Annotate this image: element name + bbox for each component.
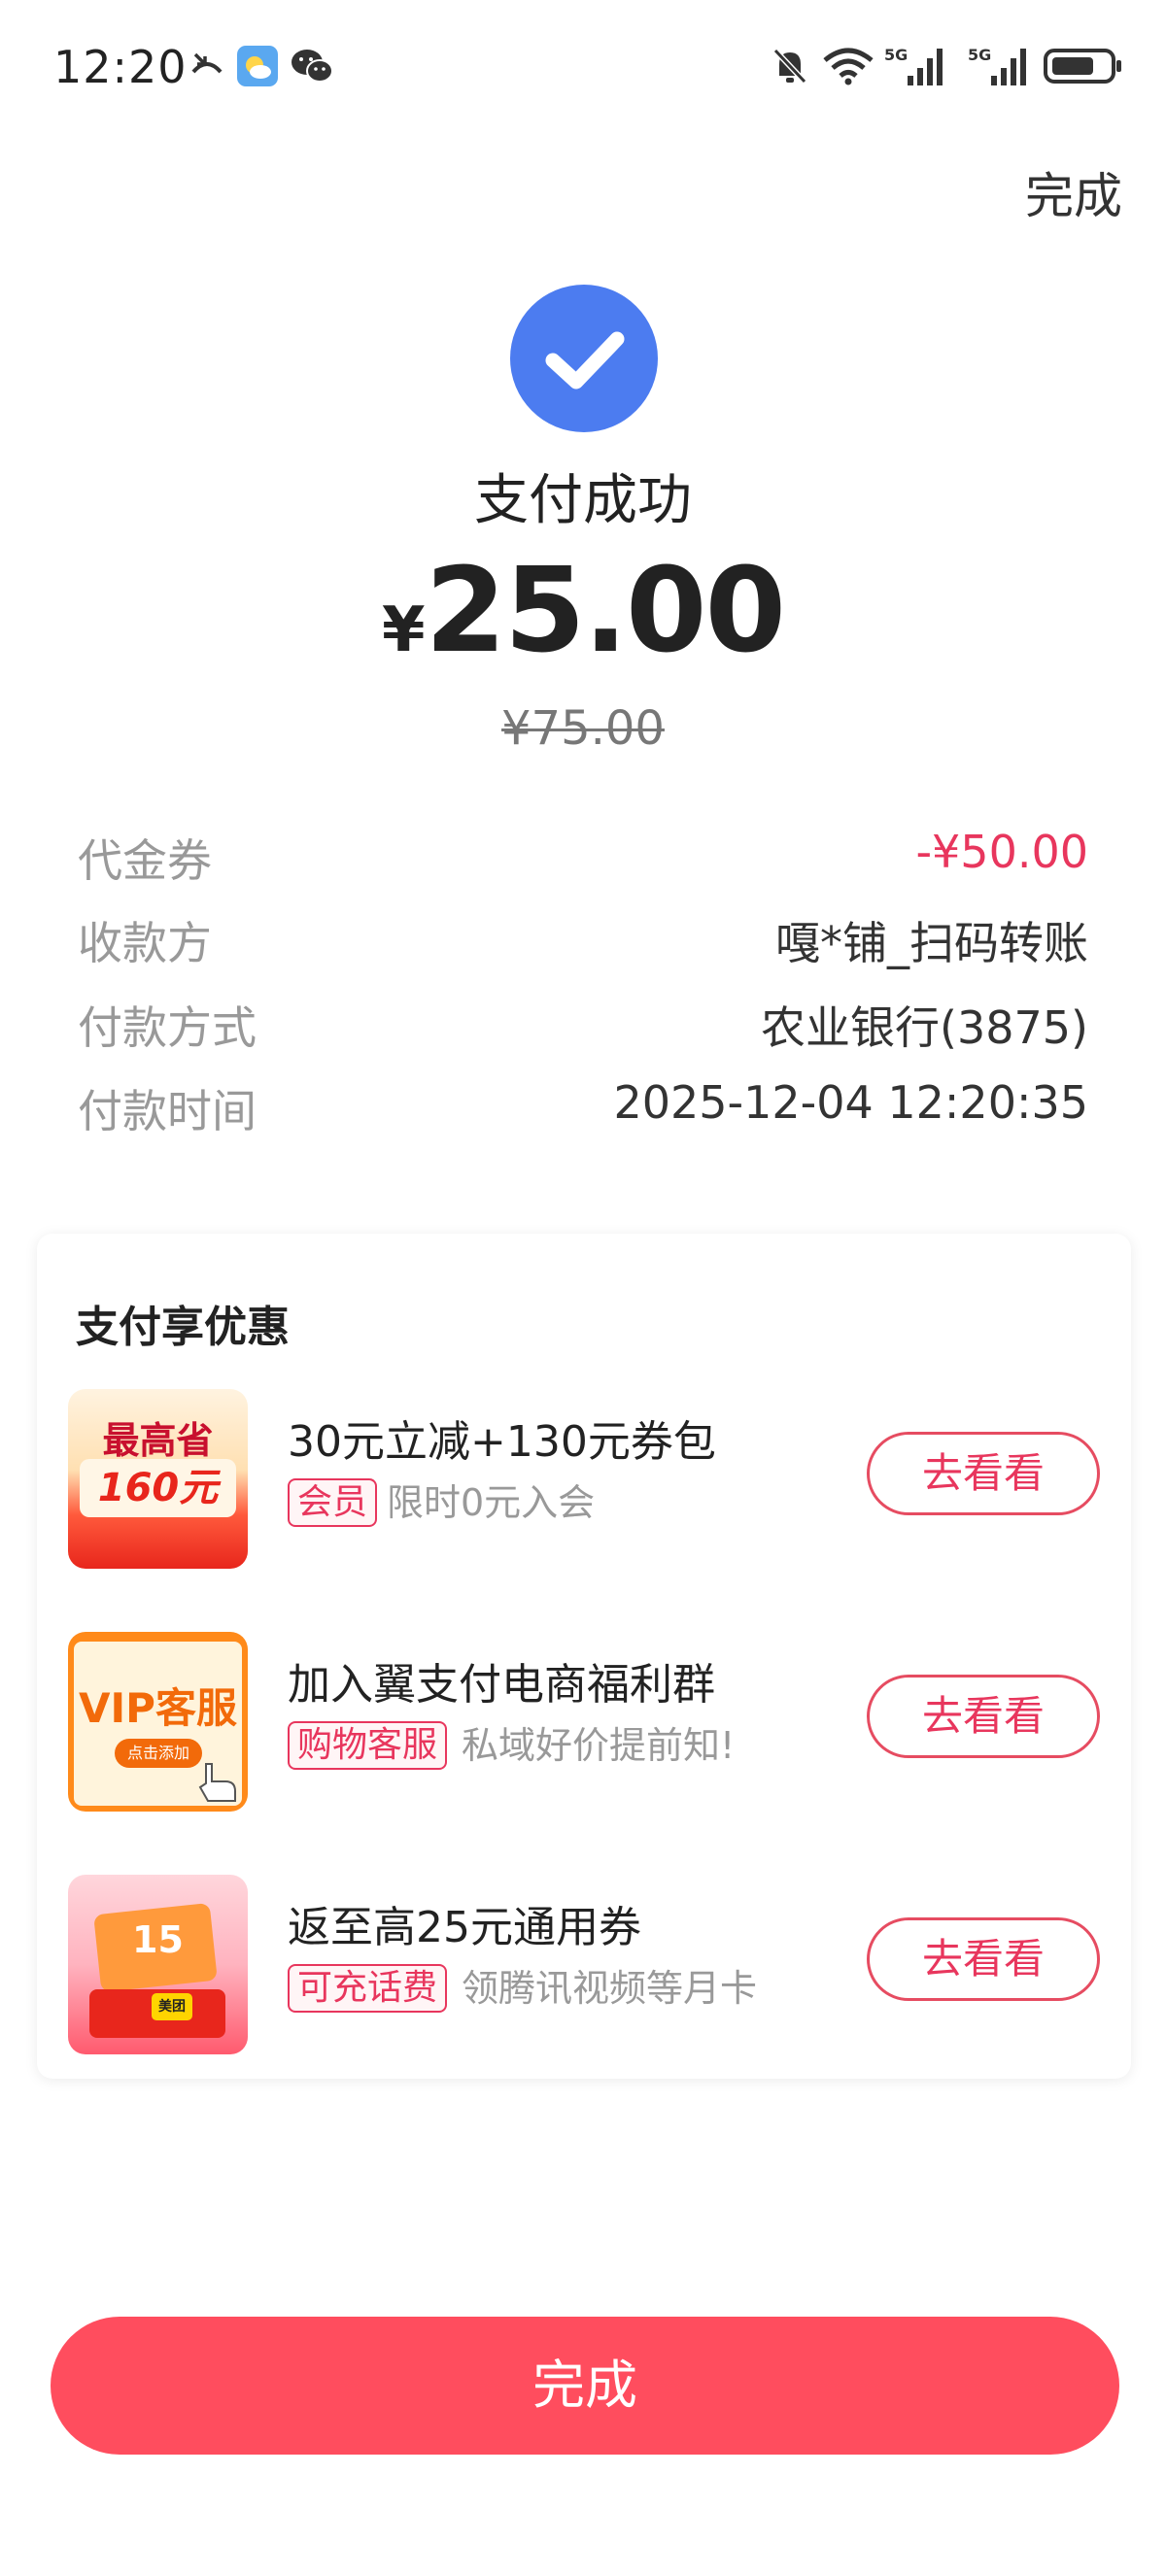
offer-thumb-coupon: 15 美团 (68, 1875, 248, 2054)
currency-symbol: ¥ (381, 594, 426, 666)
thumb-text-line2: 点击添加 (115, 1739, 202, 1768)
detail-label-method: 付款方式 (78, 1001, 257, 1054)
promotions-card: 支付享优惠 最高省 160元 30元立减+130元券包 会员 限时0元入会 去看… (37, 1234, 1131, 2079)
thumb-text-line2: 美团 (152, 1993, 192, 2020)
detail-label-time: 付款时间 (78, 1085, 257, 1137)
original-amount: ¥75.00 (501, 701, 665, 756)
pointer-hand-icon (198, 1763, 236, 1802)
offer-thumb-savings: 最高省 160元 (68, 1389, 248, 1569)
done-button[interactable]: 完成 (51, 2317, 1119, 2455)
detail-label-voucher: 代金券 (78, 834, 212, 887)
offer-view-button[interactable]: 去看看 (867, 1432, 1100, 1515)
thumb-text-line1: 最高省 (102, 1419, 214, 1462)
offer-title: 加入翼支付电商福利群 (288, 1660, 715, 1710)
offer-title: 返至高25元通用券 (288, 1903, 641, 1952)
weather-app-icon (236, 46, 279, 86)
offer-desc: 私域好价提前知! (462, 1724, 736, 1767)
offer-item[interactable]: 15 美团 返至高25元通用券 可充话费 领腾讯视频等月卡 去看看 (37, 1875, 1131, 2069)
header-done-button[interactable]: 完成 (1025, 157, 1122, 227)
detail-value-method: 农业银行(3875) (761, 1001, 1088, 1054)
detail-label-payee: 收款方 (78, 917, 212, 969)
payment-amount: ¥25.00 (0, 544, 1166, 679)
payment-status-title: 支付成功 (474, 469, 692, 532)
offer-tag: 可充话费 (288, 1964, 448, 2013)
promotions-title: 支付享优惠 (76, 1303, 290, 1352)
success-check-icon (510, 285, 658, 432)
missed-call-icon (188, 47, 226, 85)
wifi-icon (821, 47, 875, 85)
battery-icon (1043, 47, 1124, 85)
thumb-text-line1: 15 (132, 1918, 184, 1961)
offer-tag: 会员 (288, 1478, 378, 1527)
offer-view-button[interactable]: 去看看 (867, 1675, 1100, 1758)
amount-value: 25.00 (425, 544, 786, 679)
signal-5g-icon: 5G (884, 46, 948, 85)
offer-view-button[interactable]: 去看看 (867, 1917, 1100, 2001)
wechat-icon (289, 47, 335, 85)
offer-thumb-vip-service: VIP客服 点击添加 (68, 1632, 248, 1812)
detail-value-voucher: -¥50.00 (915, 826, 1088, 878)
detail-value-payee: 嘎*铺_扫码转账 (775, 917, 1088, 969)
offer-desc: 限时0元入会 (387, 1481, 596, 1524)
thumb-text-line2: 160元 (80, 1459, 236, 1517)
offer-title: 30元立减+130元券包 (288, 1417, 716, 1467)
svg-text:5G: 5G (884, 46, 908, 64)
offer-item[interactable]: 最高省 160元 30元立减+130元券包 会员 限时0元入会 去看看 (37, 1389, 1131, 1583)
signal-5g-secondary-icon: 5G (968, 46, 1032, 85)
offer-item[interactable]: VIP客服 点击添加 加入翼支付电商福利群 购物客服 私域好价提前知! 去看看 (37, 1632, 1131, 1826)
detail-value-time: 2025-12-04 12:20:35 (613, 1076, 1088, 1129)
offer-tag: 购物客服 (288, 1721, 448, 1770)
status-time: 12:20 (53, 41, 188, 93)
offer-desc: 领腾讯视频等月卡 (462, 1967, 758, 2010)
thumb-text-line1: VIP客服 (79, 1684, 237, 1732)
svg-text:5G: 5G (968, 46, 991, 64)
mute-bell-icon (771, 47, 809, 85)
